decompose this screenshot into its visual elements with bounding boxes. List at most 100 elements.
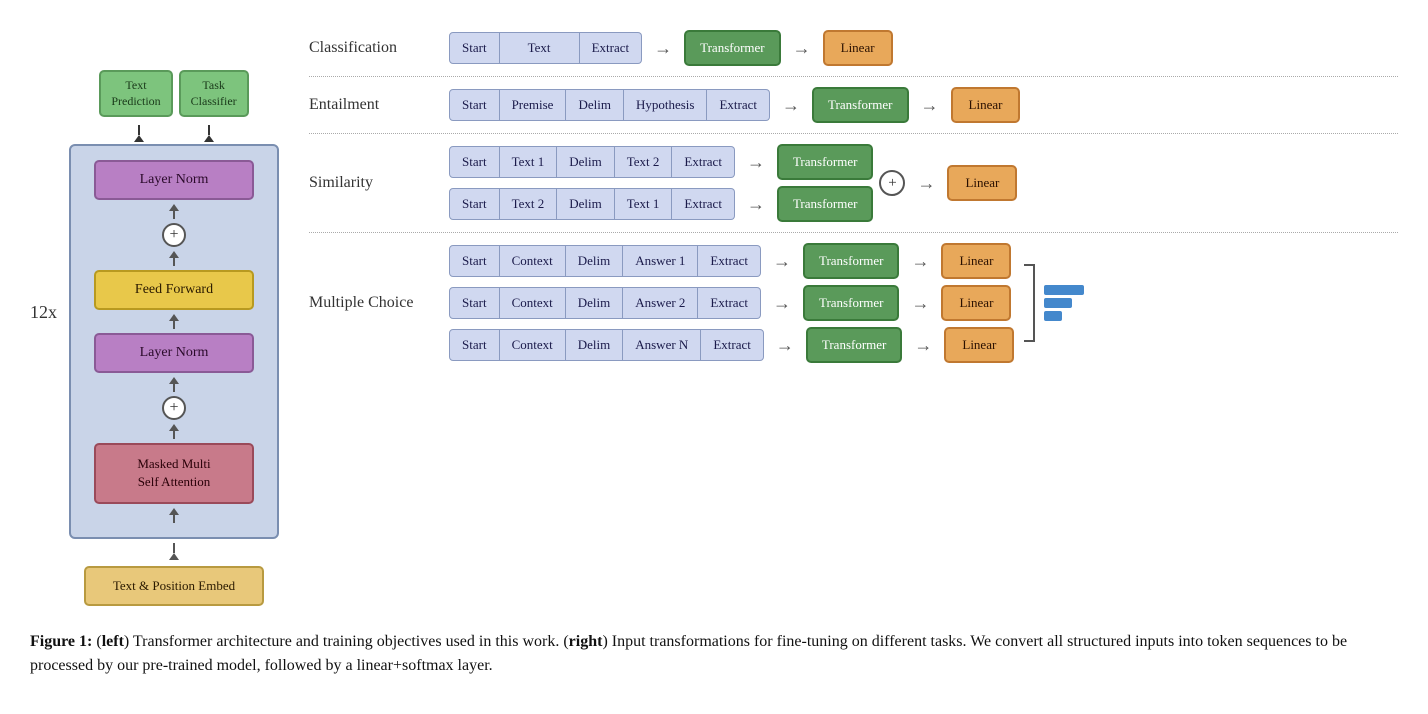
token-seq-mc-3: Start Context Delim Answer N Extract <box>449 329 764 361</box>
diagram-area: 12x TextPrediction TaskClassifier <box>30 20 1398 606</box>
arrow-right-mc2b: → <box>911 293 929 314</box>
token-start: Start <box>449 32 500 64</box>
token-answer2-mc2: Answer 2 <box>623 287 698 319</box>
token-extract-mc3: Extract <box>701 329 764 361</box>
linear-similarity: Linear <box>947 165 1017 201</box>
token-extract-e: Extract <box>707 89 770 121</box>
token-answer1-mc1: Answer 1 <box>623 245 698 277</box>
bar-1 <box>1044 285 1084 295</box>
transformer-classification: Transformer <box>684 30 781 66</box>
token-text: Text <box>500 32 580 64</box>
task-label-classification: Classification <box>309 39 439 57</box>
arrow-right-s1: → <box>747 152 765 173</box>
transformer-mc-3: Transformer <box>806 327 903 363</box>
token-text2-s1: Text 2 <box>615 146 673 178</box>
right-panel: Classification Start Text Extract → Tran… <box>309 20 1398 373</box>
token-delim-mc2: Delim <box>566 287 624 319</box>
token-delim-s1: Delim <box>557 146 615 178</box>
token-extract-mc1: Extract <box>698 245 761 277</box>
transformer-architecture-box: Layer Norm + Feed Forward <box>69 144 279 538</box>
bar-3 <box>1044 311 1062 321</box>
arrow-right-e1: → <box>782 95 800 116</box>
arrow-right-s3: → <box>917 173 935 194</box>
token-start-s2: Start <box>449 188 500 220</box>
arrow-right-mc2: → <box>773 293 791 314</box>
transformer-mc-2: Transformer <box>803 285 900 321</box>
figure-caption: Figure 1: (left) Transformer architectur… <box>30 630 1398 678</box>
token-start-mc1: Start <box>449 245 500 277</box>
arrow-right-1: → <box>654 38 672 59</box>
token-seq-mc-2: Start Context Delim Answer 2 Extract <box>449 287 761 319</box>
token-context-mc1: Context <box>500 245 566 277</box>
task-row-mc: Multiple Choice Start Context Delim Answ… <box>309 233 1398 373</box>
plus-circle-1: + <box>162 223 186 247</box>
token-seq-classification: Start Text Extract <box>449 32 642 64</box>
token-delim-mc3: Delim <box>566 329 624 361</box>
token-extract-s2: Extract <box>672 188 735 220</box>
token-start-e: Start <box>449 89 500 121</box>
linear-classification: Linear <box>823 30 893 66</box>
task-row-entailment: Entailment Start Premise Delim Hypothesi… <box>309 77 1398 134</box>
caption-left: (left) Transformer architecture and trai… <box>30 633 1347 674</box>
token-seq-entailment: Start Premise Delim Hypothesis Extract <box>449 89 770 121</box>
feed-forward-box: Feed Forward <box>94 270 254 310</box>
token-seq-sim-1: Start Text 1 Delim Text 2 Extract <box>449 146 735 178</box>
right-bracket-mc <box>1020 263 1036 343</box>
task-label-entailment: Entailment <box>309 96 439 114</box>
arrow-right-mc3b: → <box>914 335 932 356</box>
token-start-s1: Start <box>449 146 500 178</box>
token-answern-mc3: Answer N <box>623 329 701 361</box>
token-text2-s2: Text 2 <box>500 188 558 220</box>
token-text1-s2: Text 1 <box>615 188 673 220</box>
task-content-classification: Start Text Extract → Transformer → Linea… <box>449 30 1398 66</box>
plus-circle-2: + <box>162 396 186 420</box>
bar-2 <box>1044 298 1072 308</box>
token-delim-e: Delim <box>566 89 624 121</box>
task-content-entailment: Start Premise Delim Hypothesis Extract →… <box>449 87 1398 123</box>
token-context-mc3: Context <box>500 329 566 361</box>
token-extract: Extract <box>580 32 643 64</box>
transformer-mc-1: Transformer <box>803 243 900 279</box>
task-classifier-box: TaskClassifier <box>179 70 249 117</box>
task-label-similarity: Similarity <box>309 174 439 192</box>
token-extract-s1: Extract <box>672 146 735 178</box>
token-delim-s2: Delim <box>557 188 615 220</box>
token-context-mc2: Context <box>500 287 566 319</box>
arrow-right-mc1: → <box>773 251 791 272</box>
transformer-sim-2: Transformer <box>777 186 874 222</box>
token-delim-mc1: Delim <box>566 245 624 277</box>
layer-norm-2-box: Layer Norm <box>94 333 254 373</box>
arrow-right-e2: → <box>921 95 939 116</box>
token-seq-sim-2: Start Text 2 Delim Text 1 Extract <box>449 188 735 220</box>
task-label-mc: Multiple Choice <box>309 294 439 312</box>
token-start-mc2: Start <box>449 287 500 319</box>
linear-mc-3: Linear <box>944 327 1014 363</box>
linear-entailment: Linear <box>951 87 1021 123</box>
task-content-similarity: Start Text 1 Delim Text 2 Extract → Tran… <box>449 144 1398 222</box>
token-seq-mc-1: Start Context Delim Answer 1 Extract <box>449 245 761 277</box>
arrow-right-mc3: → <box>776 335 794 356</box>
text-prediction-box: TextPrediction <box>99 70 172 117</box>
figure-num: Figure 1: <box>30 633 92 650</box>
embed-box: Text & Position Embed <box>84 566 264 606</box>
repeat-label: 12x <box>30 302 57 323</box>
left-panel: 12x TextPrediction TaskClassifier <box>30 20 279 606</box>
linear-mc-1: Linear <box>941 243 1011 279</box>
task-content-mc: Start Context Delim Answer 1 Extract → T… <box>449 243 1398 363</box>
softmax-bars <box>1044 285 1084 321</box>
arrow-right-s2: → <box>747 194 765 215</box>
arrow-right-2: → <box>793 38 811 59</box>
task-row-classification: Classification Start Text Extract → Tran… <box>309 20 1398 77</box>
transformer-entailment: Transformer <box>812 87 909 123</box>
token-premise: Premise <box>500 89 567 121</box>
arrow-right-mc1b: → <box>911 251 929 272</box>
token-start-mc3: Start <box>449 329 500 361</box>
transformer-sim-1: Transformer <box>777 144 874 180</box>
plus-circle-similarity: + <box>879 170 905 196</box>
main-container: 12x TextPrediction TaskClassifier <box>30 20 1398 678</box>
task-row-similarity: Similarity Start Text 1 Delim Text 2 <box>309 134 1398 233</box>
linear-mc-2: Linear <box>941 285 1011 321</box>
layer-norm-1-box: Layer Norm <box>94 160 254 200</box>
token-text1-s1: Text 1 <box>500 146 558 178</box>
masked-attn-box: Masked MultiSelf Attention <box>94 443 254 503</box>
